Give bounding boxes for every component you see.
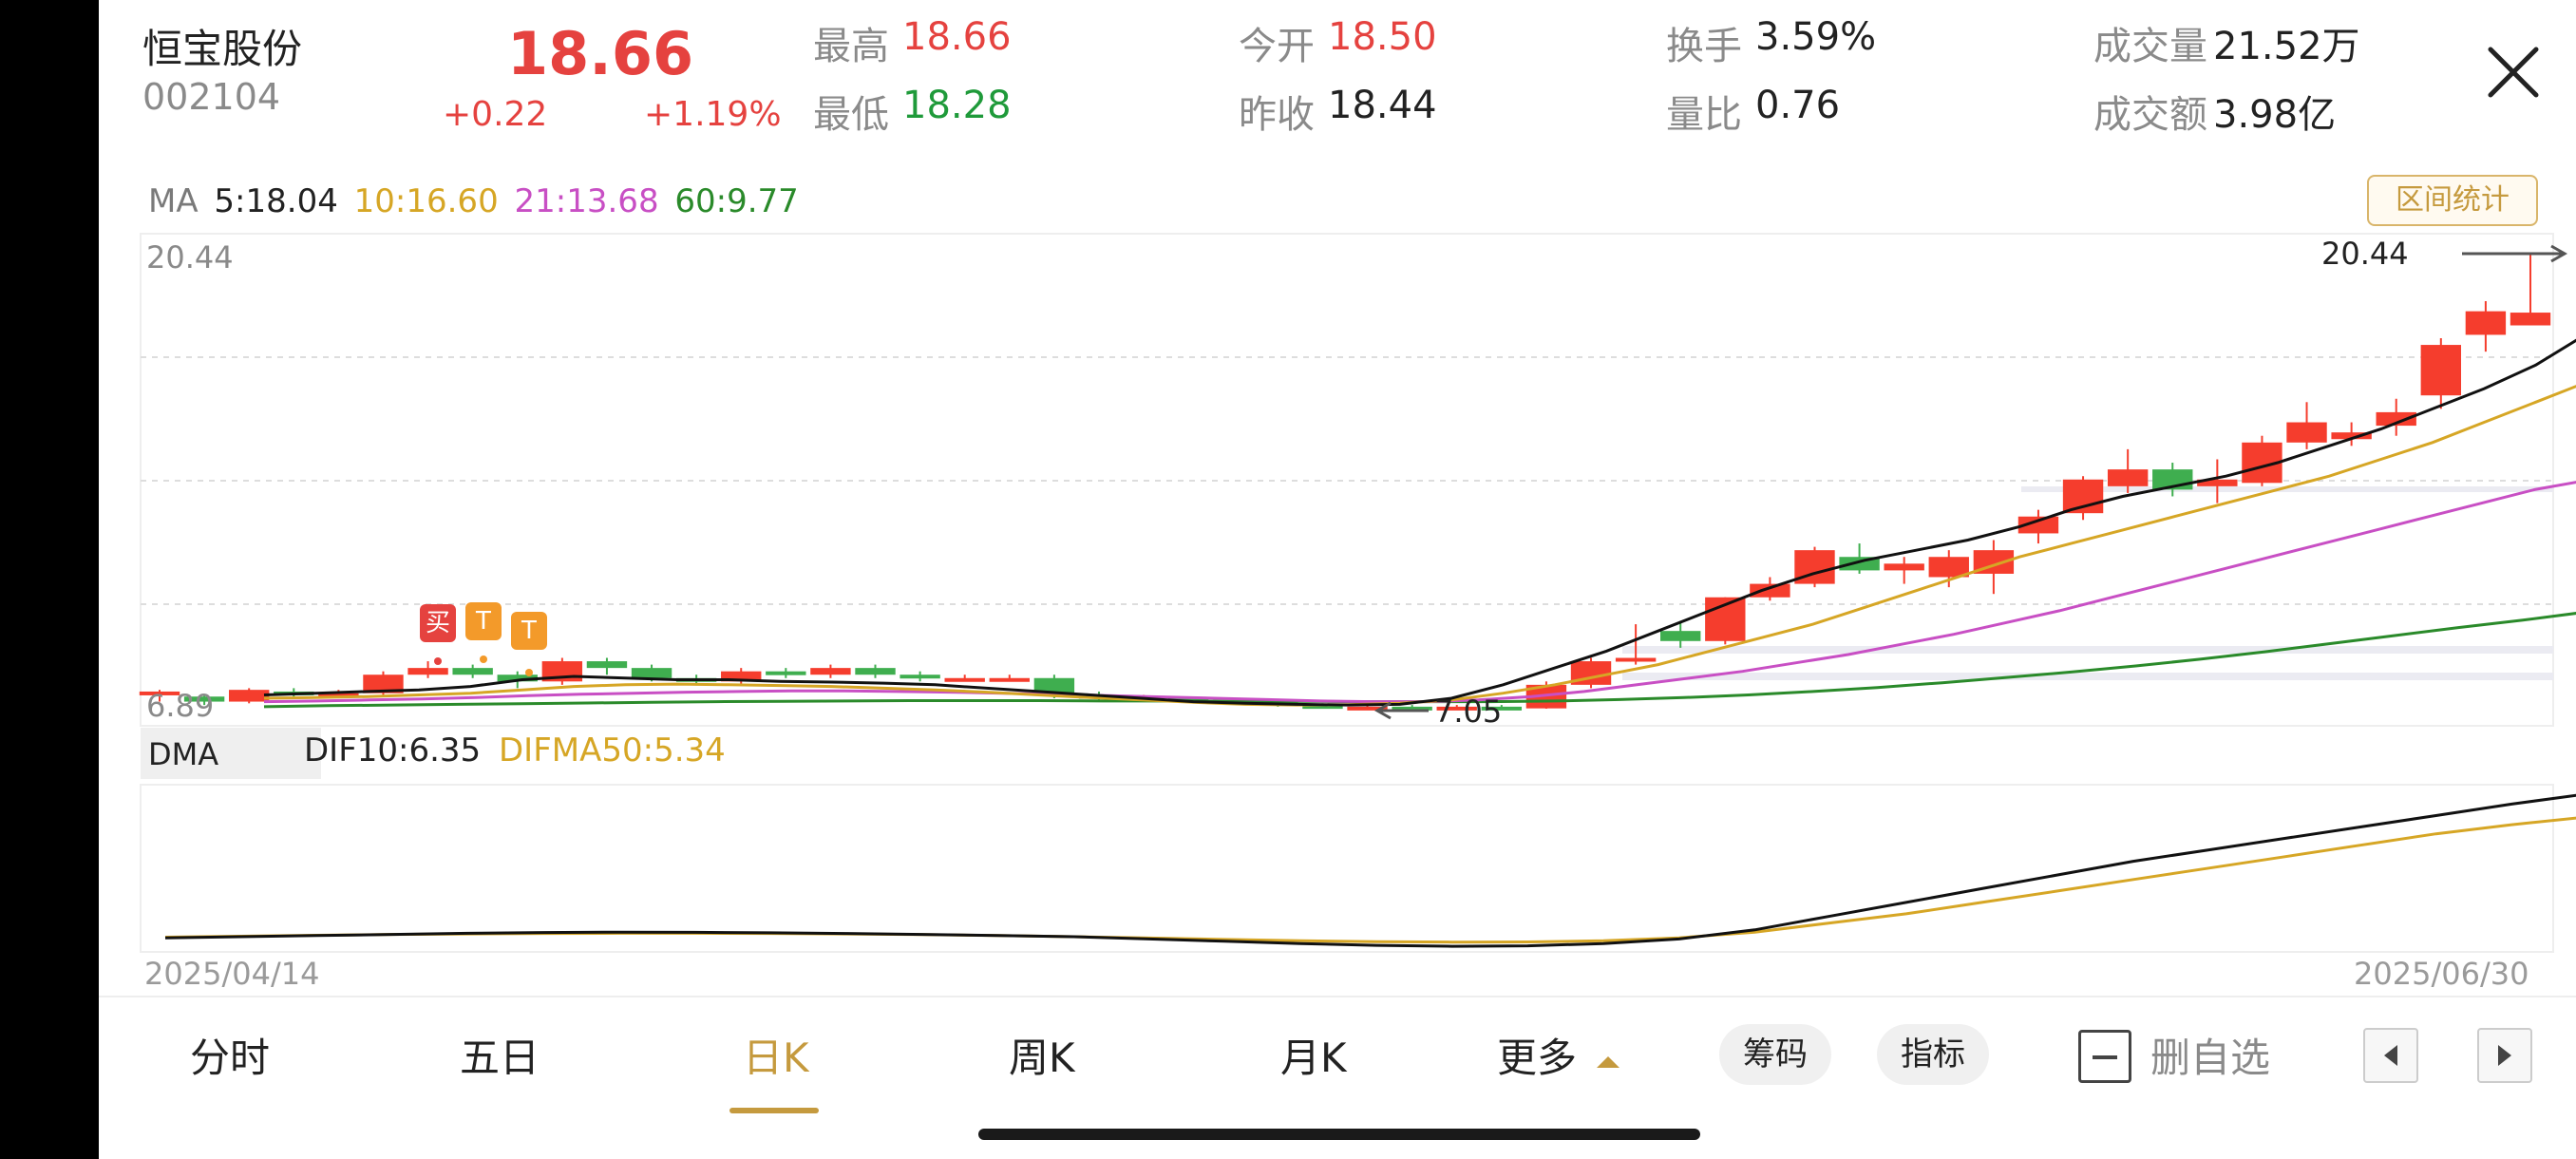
candle bbox=[407, 668, 448, 675]
candle bbox=[2420, 345, 2462, 396]
min-price-annotation: 7.05 bbox=[1434, 694, 1502, 730]
price-band bbox=[1622, 673, 2553, 680]
difma-value: DIFMA50:5.34 bbox=[499, 732, 726, 770]
indicators-button[interactable]: 指标 bbox=[1877, 1024, 1989, 1085]
dma-lines-group bbox=[164, 793, 2576, 948]
date-start: 2025/04/14 bbox=[144, 956, 320, 992]
triangle-up-icon bbox=[1597, 1056, 1620, 1068]
home-indicator[interactable] bbox=[978, 1129, 1700, 1140]
candle bbox=[2107, 469, 2149, 486]
max-arrow-icon bbox=[2462, 244, 2568, 263]
ma21-line bbox=[263, 481, 2576, 704]
tab-weekly-k[interactable]: 周K bbox=[1009, 1026, 1075, 1084]
candle bbox=[2510, 313, 2551, 326]
triangle-right-icon bbox=[2498, 1045, 2511, 1066]
chart-min-label: 6.89 bbox=[146, 688, 214, 724]
dif-value: DIF10:6.35 bbox=[304, 732, 482, 770]
candle bbox=[766, 671, 806, 675]
triangle-left-icon bbox=[2384, 1045, 2397, 1066]
t-marker[interactable]: T bbox=[465, 602, 502, 640]
candle bbox=[1660, 631, 1701, 641]
tab-five-day[interactable]: 五日 bbox=[460, 1026, 540, 1084]
dma-legend: DIF10:6.35 DIFMA50:5.34 bbox=[304, 732, 726, 770]
remove-watchlist-icon[interactable] bbox=[2078, 1030, 2131, 1083]
candle bbox=[631, 668, 672, 678]
buy-marker-dot bbox=[434, 657, 442, 665]
stock-chart-screen: 恒宝股份 002104 18.66 +0.22 +1.19% 最高 18.66 … bbox=[99, 0, 2576, 1159]
candle bbox=[900, 674, 940, 679]
candle bbox=[989, 677, 1030, 682]
candle bbox=[586, 661, 628, 669]
chart-max-label: 20.44 bbox=[146, 239, 234, 276]
t-marker-dot bbox=[480, 656, 487, 663]
date-end: 2025/06/30 bbox=[2354, 956, 2529, 992]
price-band bbox=[1622, 646, 2553, 654]
difma-line bbox=[164, 816, 2576, 944]
dif-line bbox=[164, 793, 2576, 948]
remove-watchlist-label[interactable]: 删自选 bbox=[2150, 1026, 2270, 1084]
candle bbox=[452, 668, 493, 675]
next-button[interactable] bbox=[2477, 1028, 2532, 1083]
candles-group bbox=[139, 253, 2551, 711]
candle bbox=[1615, 657, 1657, 662]
tab-intraday[interactable]: 分时 bbox=[190, 1026, 270, 1084]
tab-more[interactable]: 更多 bbox=[1497, 1026, 1621, 1084]
candle bbox=[855, 668, 896, 675]
tab-daily-k[interactable]: 日K bbox=[743, 1026, 809, 1084]
chips-button[interactable]: 筹码 bbox=[1719, 1024, 1831, 1085]
candle bbox=[1884, 563, 1924, 571]
candle bbox=[810, 668, 851, 675]
tab-more-label: 更多 bbox=[1497, 1035, 1578, 1081]
tab-divider bbox=[99, 996, 2576, 998]
candle bbox=[2062, 479, 2104, 514]
candle bbox=[228, 690, 270, 702]
tab-monthly-k[interactable]: 月K bbox=[1280, 1026, 1347, 1084]
t-marker-dot bbox=[525, 669, 533, 676]
candle bbox=[2286, 422, 2327, 443]
max-price-annotation: 20.44 bbox=[2321, 236, 2409, 272]
candle bbox=[1750, 583, 1790, 598]
dma-indicator-selector[interactable]: DMA bbox=[141, 728, 321, 779]
dma-chart-frame bbox=[140, 784, 2554, 953]
kline-chart[interactable]: 20.44 6.89 20.44 7.05 bbox=[99, 0, 2576, 1007]
active-tab-underline bbox=[729, 1108, 819, 1113]
candle bbox=[2465, 311, 2507, 335]
prev-button[interactable] bbox=[2363, 1028, 2418, 1083]
buy-marker[interactable]: 买 bbox=[420, 604, 456, 642]
candle bbox=[944, 677, 985, 682]
t-marker[interactable]: T bbox=[511, 612, 547, 650]
